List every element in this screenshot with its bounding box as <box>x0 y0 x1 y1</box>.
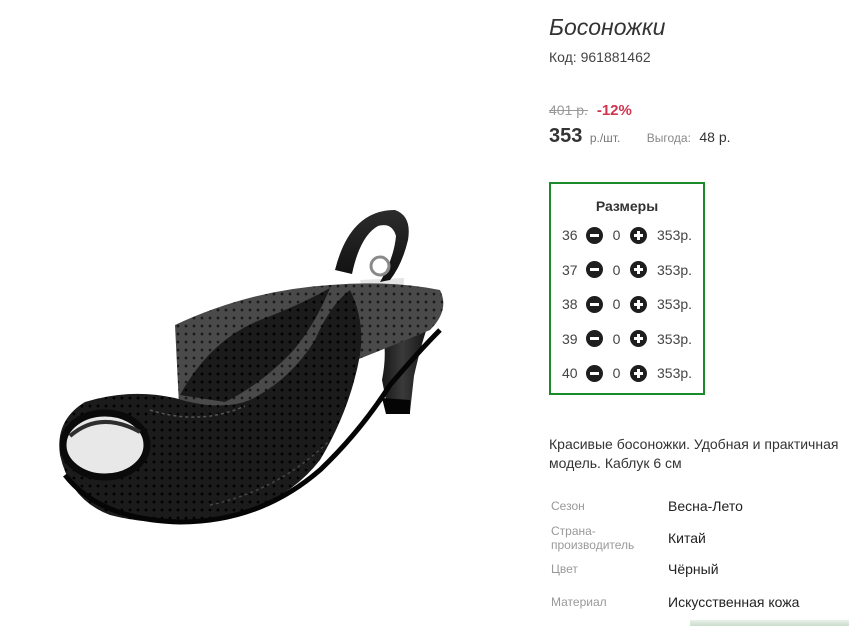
size-row-37: 37 0 353р. <box>551 253 703 288</box>
quantity-value: 0 <box>612 365 621 382</box>
price-unit: р./шт. <box>589 131 621 145</box>
spec-label: Страна-производитель <box>551 524 635 552</box>
spec-row-season: Сезон Весна-Лето <box>551 496 849 516</box>
sizes-box: Размеры 36 0 353р. 37 0 353р. 38 0 353р.… <box>549 182 705 395</box>
spec-value: Весна-Лето <box>668 498 743 514</box>
quantity-value: 0 <box>612 330 621 347</box>
minus-icon[interactable] <box>586 261 603 279</box>
quantity-value: 0 <box>612 296 621 313</box>
spec-label: Сезон <box>551 499 585 513</box>
specs-table: Сезон Весна-Лето Страна-производитель Ки… <box>551 496 849 620</box>
spec-row-material: Материал Искусственная кожа <box>551 584 849 620</box>
product-code: Код: 961881462 <box>549 49 651 65</box>
current-price: 353 <box>549 125 583 147</box>
size-row-36: 36 0 353р. <box>551 218 703 253</box>
sizes-title: Размеры <box>595 198 659 214</box>
size-price: 353р. <box>657 330 693 347</box>
minus-icon[interactable] <box>586 226 603 244</box>
spec-label: Цвет <box>551 562 578 576</box>
size-price: 353р. <box>657 296 693 313</box>
spec-label: Материал <box>551 595 607 609</box>
size-price: 353р. <box>657 227 693 244</box>
size-price: 353р. <box>657 365 693 382</box>
plus-icon[interactable] <box>630 295 647 313</box>
plus-icon[interactable] <box>630 364 647 382</box>
minus-icon[interactable] <box>586 295 603 313</box>
benefit-value: 48 р. <box>699 129 731 145</box>
old-price-line: 401 р. -12% <box>549 102 632 119</box>
spec-row-color: Цвет Чёрный <box>551 558 849 580</box>
size-number: 39 <box>562 330 578 347</box>
bottom-button-edge <box>690 620 849 626</box>
discount-badge: -12% <box>596 102 632 119</box>
size-price: 353р. <box>657 261 693 278</box>
quantity-value: 0 <box>612 227 621 244</box>
size-number: 40 <box>562 365 578 382</box>
product-title: Босоножки <box>549 14 666 40</box>
plus-icon[interactable] <box>630 330 647 348</box>
benefit-label: Выгода: <box>646 131 691 145</box>
old-price: 401 р. <box>549 102 588 118</box>
spec-value: Чёрный <box>668 561 719 577</box>
size-number: 37 <box>562 261 578 278</box>
minus-icon[interactable] <box>586 364 603 382</box>
plus-icon[interactable] <box>630 226 647 244</box>
product-image[interactable] <box>30 170 470 550</box>
size-number: 38 <box>562 296 578 313</box>
size-row-38: 38 0 353р. <box>551 287 703 322</box>
price-line: 353 р./шт. Выгода: 48 р. <box>549 125 731 148</box>
size-row-40: 40 0 353р. <box>551 356 703 391</box>
product-description: Красивые босоножки. Удобная и практичная… <box>549 436 839 471</box>
sandal-icon <box>59 210 444 525</box>
quantity-value: 0 <box>612 261 621 278</box>
minus-icon[interactable] <box>586 330 603 348</box>
plus-icon[interactable] <box>630 261 647 279</box>
product-page: Босоножки Код: 961881462 401 р. -12% 353… <box>0 0 849 626</box>
spec-value: Китай <box>668 530 706 546</box>
spec-value: Искусственная кожа <box>668 594 800 610</box>
spec-row-country: Страна-производитель Китай <box>551 520 849 556</box>
size-number: 36 <box>562 227 578 244</box>
size-row-39: 39 0 353р. <box>551 322 703 357</box>
